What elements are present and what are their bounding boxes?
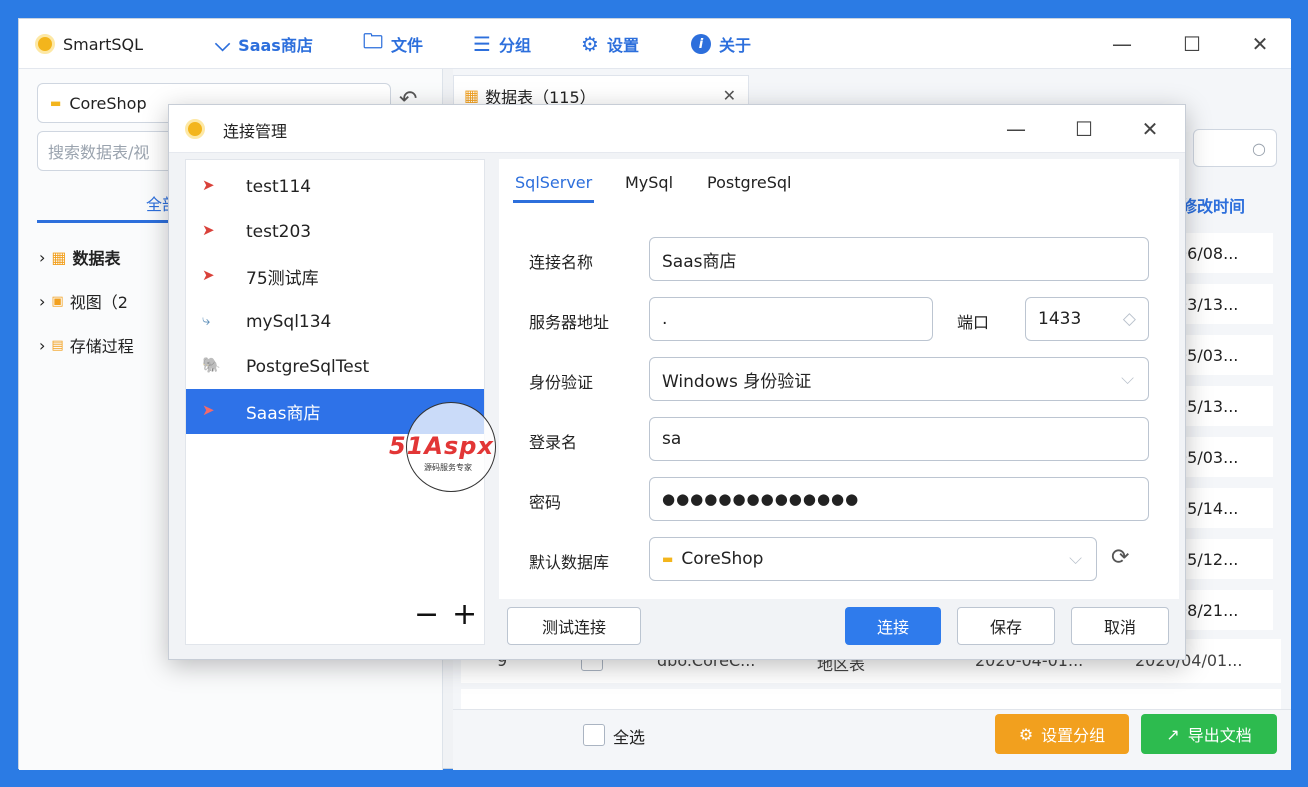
refresh-icon[interactable]: ⟳ — [1111, 545, 1129, 570]
connection-item[interactable]: ⤷ mySql134 — [186, 299, 484, 344]
dialog-minimize-button[interactable]: — — [1001, 114, 1031, 144]
tab-mysql[interactable]: MySql — [625, 173, 673, 192]
tree-item-tables[interactable]: › ▦ 数据表 — [39, 245, 121, 269]
database-icon: ▬ — [662, 552, 674, 566]
gear-icon: ⚙ — [581, 32, 599, 56]
login-field[interactable]: sa — [649, 417, 1149, 461]
connect-button[interactable]: 连接 — [845, 607, 941, 645]
connection-manager-dialog: 连接管理 — ☐ ✕ ➤ test114 ➤ test203 ➤ 75测试库 ⤷… — [168, 104, 1186, 660]
about-menu[interactable]: i 关于 — [691, 32, 751, 56]
bottom-bar: 全选 ⚙ 设置分组 ↗ 导出文档 — [453, 709, 1291, 770]
connection-item[interactable]: 🐘 PostgreSqlTest — [186, 344, 484, 389]
default-db-select[interactable]: ▬ CoreShop ⌵ — [649, 537, 1097, 581]
close-button[interactable]: ✕ — [1245, 29, 1275, 59]
connection-name-field[interactable]: Saas商店 — [649, 237, 1149, 281]
database-icon — [35, 34, 55, 54]
sqlserver-icon: ➤ — [202, 401, 215, 419]
auth-label: 身份验证 — [529, 373, 594, 392]
search-icon: ○ — [1252, 138, 1266, 158]
postgresql-icon: 🐘 — [202, 356, 221, 374]
database-icon — [185, 119, 205, 139]
chevron-down-icon: ⌵ — [1069, 549, 1082, 569]
connection-list: ➤ test114 ➤ test203 ➤ 75测试库 ⤷ mySql134 🐘… — [185, 159, 496, 645]
file-menu[interactable]: 🗀 文件 — [363, 29, 423, 56]
export-icon: ↗ — [1166, 724, 1180, 744]
sqlserver-icon: ➤ — [202, 176, 215, 194]
port-stepper[interactable]: 1433 ◇ — [1025, 297, 1149, 341]
table-search-input[interactable]: ○ — [1193, 129, 1277, 167]
sqlserver-icon: ➤ — [202, 266, 215, 284]
chevron-down-icon: ⌵ — [215, 32, 231, 56]
tree-item-views[interactable]: › ▣ 视图（2 — [39, 289, 128, 313]
settings-box-icon: ⚙ — [1018, 724, 1034, 744]
chevron-right-icon: › — [39, 335, 46, 355]
tree-item-procedures[interactable]: › ▤ 存储过程 — [39, 333, 134, 357]
set-group-button[interactable]: ⚙ 设置分组 — [995, 714, 1129, 754]
export-button[interactable]: ↗ 导出文档 — [1141, 714, 1277, 754]
database-icon: ▬ — [50, 96, 62, 110]
chevron-down-icon: ⌵ — [1121, 369, 1134, 389]
tab-sqlserver[interactable]: SqlServer — [513, 171, 595, 203]
test-connection-button[interactable]: 测试连接 — [507, 607, 641, 645]
stepper-icon[interactable]: ◇ — [1123, 309, 1136, 329]
port-label: 端口 — [957, 313, 990, 332]
cancel-button[interactable]: 取消 — [1071, 607, 1169, 645]
dialog-maximize-button[interactable]: ☐ — [1069, 114, 1099, 144]
procedure-icon: ▤ — [51, 337, 64, 353]
connection-item[interactable]: ➤ 75测试库 — [186, 254, 484, 299]
app-title: SmartSQL — [35, 32, 143, 56]
maximize-button[interactable]: ☐ — [1177, 29, 1207, 59]
table-icon: ▦ — [51, 247, 67, 267]
login-label: 登录名 — [529, 433, 578, 452]
remove-connection-button[interactable]: − — [414, 600, 439, 630]
dialog-footer: 测试连接 连接 保存 取消 — [499, 599, 1179, 645]
server-address-field[interactable]: . — [649, 297, 933, 341]
default-db-label: 默认数据库 — [529, 553, 610, 572]
mysql-icon: ⤷ — [202, 311, 211, 329]
info-icon: i — [691, 34, 711, 54]
server-address-label: 服务器地址 — [529, 313, 610, 332]
connection-form: SqlServer MySql PostgreSql 连接名称 Saas商店 服… — [499, 159, 1179, 599]
table-icon: ▦ — [464, 86, 480, 105]
title-bar: SmartSQL ⌵ Saas商店 🗀 文件 ☰ 分组 ⚙ 设置 i 关于 — … — [19, 19, 1291, 69]
password-label: 密码 — [529, 493, 562, 512]
select-all-checkbox[interactable] — [583, 724, 605, 746]
group-menu[interactable]: ☰ 分组 — [473, 32, 531, 56]
view-icon: ▣ — [51, 293, 64, 309]
connection-menu[interactable]: ⌵ Saas商店 — [215, 32, 313, 56]
column-header-modified: 修改时间 — [1181, 197, 1246, 216]
close-icon[interactable]: ✕ — [723, 86, 736, 105]
auth-select[interactable]: Windows 身份验证 ⌵ — [649, 357, 1149, 401]
settings-menu[interactable]: ⚙ 设置 — [581, 32, 639, 56]
chevron-right-icon: › — [39, 291, 46, 311]
connection-item[interactable]: ➤ test114 — [186, 164, 484, 209]
save-button[interactable]: 保存 — [957, 607, 1055, 645]
connection-item[interactable]: ➤ test203 — [186, 209, 484, 254]
list-icon: ☰ — [473, 32, 491, 56]
tab-postgresql[interactable]: PostgreSql — [707, 173, 791, 192]
watermark-brand: 51Aspx — [389, 432, 494, 460]
add-connection-button[interactable]: + — [452, 600, 477, 630]
minimize-button[interactable]: — — [1107, 29, 1137, 59]
watermark-sub: 源码服务专家 — [424, 463, 472, 472]
folder-icon: 🗀 — [363, 29, 383, 53]
table-row[interactable] — [461, 689, 1281, 709]
dialog-title-bar: 连接管理 — ☐ ✕ — [169, 105, 1185, 153]
sqlserver-icon: ➤ — [202, 221, 215, 239]
password-field[interactable]: ●●●●●●●●●●●●●● — [649, 477, 1149, 521]
chevron-right-icon: › — [39, 247, 46, 267]
dialog-close-button[interactable]: ✕ — [1135, 114, 1165, 144]
connection-name-label: 连接名称 — [529, 253, 594, 272]
